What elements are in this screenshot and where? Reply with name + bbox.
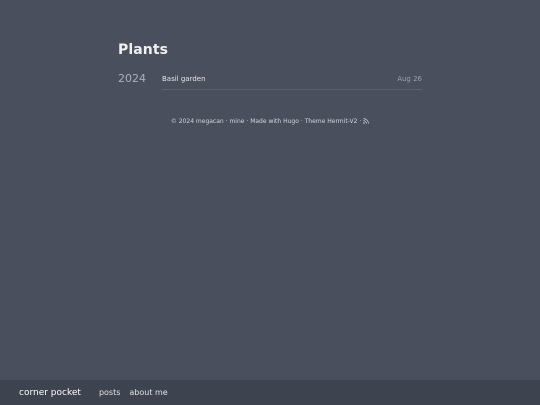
year-group: 2024 Basil garden Aug 26 xyxy=(118,72,422,90)
footer-made-with-hugo[interactable]: Made with Hugo xyxy=(250,118,299,125)
post-list: Basil garden Aug 26 xyxy=(162,72,422,90)
rss-icon[interactable] xyxy=(363,118,369,124)
footer: © 2024 megacan · mine · Made with Hugo ·… xyxy=(0,118,540,125)
main-content: Plants 2024 Basil garden Aug 26 xyxy=(118,42,422,90)
footer-copyright: © 2024 megacan xyxy=(170,118,224,125)
footer-link-mine[interactable]: mine xyxy=(229,118,244,125)
nav-item-about-me[interactable]: about me xyxy=(129,388,167,397)
page-title: Plants xyxy=(118,42,169,58)
page: Plants 2024 Basil garden Aug 26 © 2024 m… xyxy=(0,0,540,405)
post-date: Aug 26 xyxy=(397,75,422,83)
bottom-navbar: corner pocket posts about me xyxy=(0,380,540,405)
post-item: Basil garden Aug 26 xyxy=(162,72,422,90)
nav-menu: posts about me xyxy=(99,388,177,397)
footer-theme-link[interactable]: Theme Hermit-V2 xyxy=(305,118,358,125)
year-label: 2024 xyxy=(118,72,146,85)
site-title-link[interactable]: corner pocket xyxy=(19,388,81,398)
post-title-link[interactable]: Basil garden xyxy=(162,75,206,83)
nav-item-posts[interactable]: posts xyxy=(99,388,120,397)
